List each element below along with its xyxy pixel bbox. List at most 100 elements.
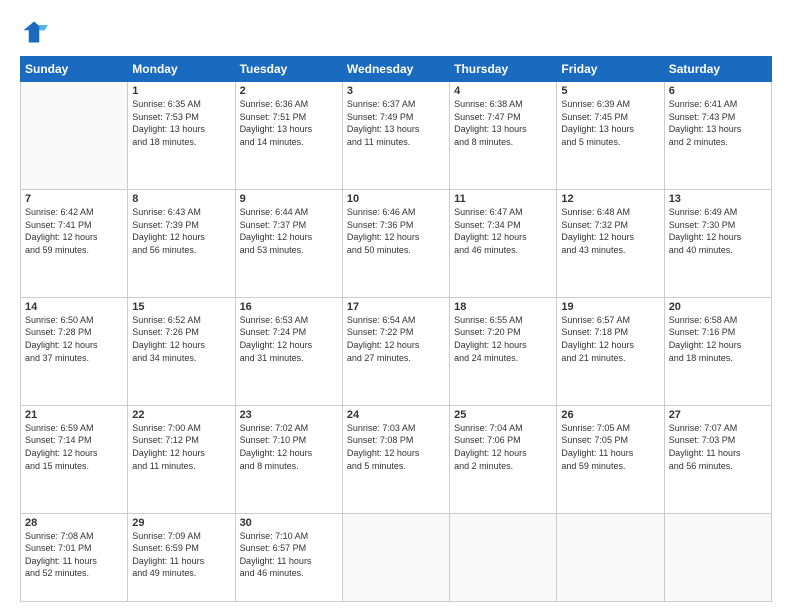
day-number: 20 (669, 301, 767, 313)
day-number: 23 (240, 409, 338, 421)
calendar-cell: 4Sunrise: 6:38 AM Sunset: 7:47 PM Daylig… (450, 82, 557, 190)
day-number: 18 (454, 301, 552, 313)
day-number: 30 (240, 517, 338, 529)
day-number: 28 (25, 517, 123, 529)
day-number: 11 (454, 193, 552, 205)
day-number: 9 (240, 193, 338, 205)
day-number: 22 (132, 409, 230, 421)
calendar-cell: 16Sunrise: 6:53 AM Sunset: 7:24 PM Dayli… (235, 297, 342, 405)
day-number: 21 (25, 409, 123, 421)
calendar-cell: 30Sunrise: 7:10 AM Sunset: 6:57 PM Dayli… (235, 513, 342, 601)
calendar-cell (21, 82, 128, 190)
day-number: 13 (669, 193, 767, 205)
day-detail: Sunrise: 6:58 AM Sunset: 7:16 PM Dayligh… (669, 314, 767, 364)
day-detail: Sunrise: 7:10 AM Sunset: 6:57 PM Dayligh… (240, 530, 338, 580)
day-number: 12 (561, 193, 659, 205)
day-detail: Sunrise: 6:37 AM Sunset: 7:49 PM Dayligh… (347, 98, 445, 148)
day-number: 15 (132, 301, 230, 313)
day-number: 6 (669, 85, 767, 97)
weekday-header-saturday: Saturday (664, 57, 771, 82)
day-detail: Sunrise: 7:07 AM Sunset: 7:03 PM Dayligh… (669, 422, 767, 472)
calendar-cell: 17Sunrise: 6:54 AM Sunset: 7:22 PM Dayli… (342, 297, 449, 405)
logo-icon (20, 18, 48, 46)
weekday-header-sunday: Sunday (21, 57, 128, 82)
day-number: 19 (561, 301, 659, 313)
day-number: 14 (25, 301, 123, 313)
page: SundayMondayTuesdayWednesdayThursdayFrid… (0, 0, 792, 612)
day-detail: Sunrise: 7:05 AM Sunset: 7:05 PM Dayligh… (561, 422, 659, 472)
day-detail: Sunrise: 6:44 AM Sunset: 7:37 PM Dayligh… (240, 206, 338, 256)
calendar-cell: 23Sunrise: 7:02 AM Sunset: 7:10 PM Dayli… (235, 405, 342, 513)
calendar-cell: 9Sunrise: 6:44 AM Sunset: 7:37 PM Daylig… (235, 189, 342, 297)
day-detail: Sunrise: 6:54 AM Sunset: 7:22 PM Dayligh… (347, 314, 445, 364)
calendar-cell: 14Sunrise: 6:50 AM Sunset: 7:28 PM Dayli… (21, 297, 128, 405)
calendar-cell: 18Sunrise: 6:55 AM Sunset: 7:20 PM Dayli… (450, 297, 557, 405)
calendar-cell: 8Sunrise: 6:43 AM Sunset: 7:39 PM Daylig… (128, 189, 235, 297)
calendar-cell: 28Sunrise: 7:08 AM Sunset: 7:01 PM Dayli… (21, 513, 128, 601)
day-detail: Sunrise: 6:41 AM Sunset: 7:43 PM Dayligh… (669, 98, 767, 148)
calendar-header: SundayMondayTuesdayWednesdayThursdayFrid… (21, 57, 772, 82)
calendar-cell: 21Sunrise: 6:59 AM Sunset: 7:14 PM Dayli… (21, 405, 128, 513)
calendar-cell: 10Sunrise: 6:46 AM Sunset: 7:36 PM Dayli… (342, 189, 449, 297)
day-detail: Sunrise: 6:43 AM Sunset: 7:39 PM Dayligh… (132, 206, 230, 256)
calendar-cell: 7Sunrise: 6:42 AM Sunset: 7:41 PM Daylig… (21, 189, 128, 297)
day-number: 4 (454, 85, 552, 97)
calendar-cell: 2Sunrise: 6:36 AM Sunset: 7:51 PM Daylig… (235, 82, 342, 190)
logo (20, 18, 52, 46)
calendar-cell: 29Sunrise: 7:09 AM Sunset: 6:59 PM Dayli… (128, 513, 235, 601)
day-detail: Sunrise: 7:04 AM Sunset: 7:06 PM Dayligh… (454, 422, 552, 472)
weekday-header-wednesday: Wednesday (342, 57, 449, 82)
day-detail: Sunrise: 6:38 AM Sunset: 7:47 PM Dayligh… (454, 98, 552, 148)
day-number: 3 (347, 85, 445, 97)
calendar-cell (664, 513, 771, 601)
day-detail: Sunrise: 6:50 AM Sunset: 7:28 PM Dayligh… (25, 314, 123, 364)
day-detail: Sunrise: 6:49 AM Sunset: 7:30 PM Dayligh… (669, 206, 767, 256)
day-detail: Sunrise: 7:08 AM Sunset: 7:01 PM Dayligh… (25, 530, 123, 580)
day-detail: Sunrise: 7:02 AM Sunset: 7:10 PM Dayligh… (240, 422, 338, 472)
calendar-week-5: 28Sunrise: 7:08 AM Sunset: 7:01 PM Dayli… (21, 513, 772, 601)
day-number: 7 (25, 193, 123, 205)
day-detail: Sunrise: 6:42 AM Sunset: 7:41 PM Dayligh… (25, 206, 123, 256)
day-detail: Sunrise: 6:48 AM Sunset: 7:32 PM Dayligh… (561, 206, 659, 256)
calendar-cell: 19Sunrise: 6:57 AM Sunset: 7:18 PM Dayli… (557, 297, 664, 405)
day-detail: Sunrise: 6:52 AM Sunset: 7:26 PM Dayligh… (132, 314, 230, 364)
day-detail: Sunrise: 7:00 AM Sunset: 7:12 PM Dayligh… (132, 422, 230, 472)
day-number: 26 (561, 409, 659, 421)
weekday-header-tuesday: Tuesday (235, 57, 342, 82)
calendar-week-3: 14Sunrise: 6:50 AM Sunset: 7:28 PM Dayli… (21, 297, 772, 405)
day-number: 8 (132, 193, 230, 205)
header (20, 18, 772, 46)
calendar-week-2: 7Sunrise: 6:42 AM Sunset: 7:41 PM Daylig… (21, 189, 772, 297)
day-number: 5 (561, 85, 659, 97)
day-detail: Sunrise: 6:39 AM Sunset: 7:45 PM Dayligh… (561, 98, 659, 148)
day-detail: Sunrise: 6:59 AM Sunset: 7:14 PM Dayligh… (25, 422, 123, 472)
calendar-cell: 25Sunrise: 7:04 AM Sunset: 7:06 PM Dayli… (450, 405, 557, 513)
day-number: 24 (347, 409, 445, 421)
calendar-cell: 1Sunrise: 6:35 AM Sunset: 7:53 PM Daylig… (128, 82, 235, 190)
calendar-week-1: 1Sunrise: 6:35 AM Sunset: 7:53 PM Daylig… (21, 82, 772, 190)
day-detail: Sunrise: 6:57 AM Sunset: 7:18 PM Dayligh… (561, 314, 659, 364)
day-number: 29 (132, 517, 230, 529)
day-number: 25 (454, 409, 552, 421)
calendar-cell: 20Sunrise: 6:58 AM Sunset: 7:16 PM Dayli… (664, 297, 771, 405)
weekday-header-friday: Friday (557, 57, 664, 82)
day-detail: Sunrise: 6:53 AM Sunset: 7:24 PM Dayligh… (240, 314, 338, 364)
day-number: 27 (669, 409, 767, 421)
day-number: 2 (240, 85, 338, 97)
day-detail: Sunrise: 6:47 AM Sunset: 7:34 PM Dayligh… (454, 206, 552, 256)
day-detail: Sunrise: 6:55 AM Sunset: 7:20 PM Dayligh… (454, 314, 552, 364)
day-detail: Sunrise: 7:09 AM Sunset: 6:59 PM Dayligh… (132, 530, 230, 580)
calendar-cell: 15Sunrise: 6:52 AM Sunset: 7:26 PM Dayli… (128, 297, 235, 405)
calendar-table: SundayMondayTuesdayWednesdayThursdayFrid… (20, 56, 772, 602)
calendar-cell: 6Sunrise: 6:41 AM Sunset: 7:43 PM Daylig… (664, 82, 771, 190)
calendar-cell: 24Sunrise: 7:03 AM Sunset: 7:08 PM Dayli… (342, 405, 449, 513)
calendar-cell: 22Sunrise: 7:00 AM Sunset: 7:12 PM Dayli… (128, 405, 235, 513)
calendar-cell (557, 513, 664, 601)
calendar-cell: 26Sunrise: 7:05 AM Sunset: 7:05 PM Dayli… (557, 405, 664, 513)
day-detail: Sunrise: 6:36 AM Sunset: 7:51 PM Dayligh… (240, 98, 338, 148)
calendar-cell: 3Sunrise: 6:37 AM Sunset: 7:49 PM Daylig… (342, 82, 449, 190)
weekday-header-monday: Monday (128, 57, 235, 82)
day-detail: Sunrise: 7:03 AM Sunset: 7:08 PM Dayligh… (347, 422, 445, 472)
calendar-cell: 13Sunrise: 6:49 AM Sunset: 7:30 PM Dayli… (664, 189, 771, 297)
calendar-cell: 12Sunrise: 6:48 AM Sunset: 7:32 PM Dayli… (557, 189, 664, 297)
